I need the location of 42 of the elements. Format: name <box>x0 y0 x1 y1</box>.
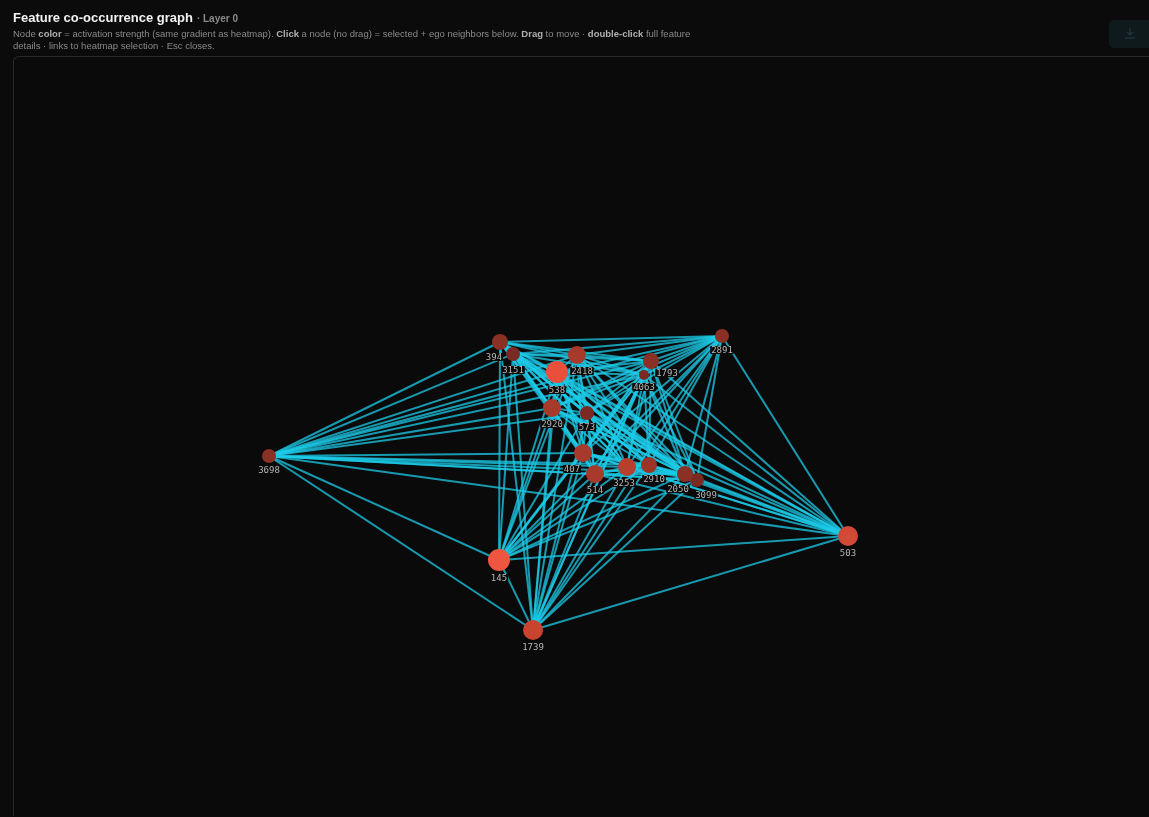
graph-node[interactable] <box>580 406 594 421</box>
graph-node[interactable] <box>262 449 276 464</box>
node-label: 2920 <box>540 419 564 430</box>
node-label: 538 <box>547 385 567 396</box>
node-label: 1793 <box>655 368 679 379</box>
node-label: 2910 <box>642 474 666 485</box>
graph-node[interactable] <box>643 353 659 370</box>
node-label: 394 <box>484 352 504 363</box>
node-label: 2891 <box>710 345 734 356</box>
graph-node[interactable] <box>568 346 586 365</box>
graph-node[interactable] <box>543 399 561 418</box>
node-label: 3698 <box>257 465 281 476</box>
graph-node[interactable] <box>523 620 543 641</box>
node-label: 3151 <box>501 365 525 376</box>
graph-node[interactable] <box>492 334 508 351</box>
instructions-text: Node color = activation strength (same gradient as heatmap). Click a node (no drag) = selected + ego neighbors below. Drag to move · double-click full feature details · links to heatmap selection · Esc closes. <box>13 27 692 53</box>
graph-node[interactable] <box>586 465 604 484</box>
graph-node[interactable] <box>618 458 636 477</box>
node-label: 3253 <box>612 478 636 489</box>
download-icon <box>1123 27 1137 41</box>
node-label: 2418 <box>570 366 594 377</box>
graph-node[interactable] <box>546 361 568 384</box>
graph-node[interactable] <box>641 457 657 474</box>
node-label: 2050 <box>666 484 690 495</box>
graph-node[interactable] <box>715 329 729 344</box>
node-label: 503 <box>838 548 858 559</box>
node-label: 145 <box>489 573 509 584</box>
graph-node[interactable] <box>639 370 649 381</box>
layer-label: · Layer 0 <box>196 12 239 26</box>
node-label: 407 <box>562 464 582 475</box>
graph-title: Feature co-occurrence graph <box>13 9 193 27</box>
graph-node[interactable] <box>506 347 520 362</box>
node-label: 4063 <box>632 382 656 393</box>
graph-node[interactable] <box>838 526 858 547</box>
graph-node[interactable] <box>574 444 592 463</box>
graph-node[interactable] <box>690 473 704 488</box>
graph-node[interactable] <box>488 549 510 572</box>
node-label: 514 <box>585 485 605 496</box>
node-label: 3099 <box>694 490 718 501</box>
node-label: 573 <box>577 422 597 433</box>
graph-node[interactable] <box>677 466 693 483</box>
node-label: 1739 <box>521 642 545 653</box>
